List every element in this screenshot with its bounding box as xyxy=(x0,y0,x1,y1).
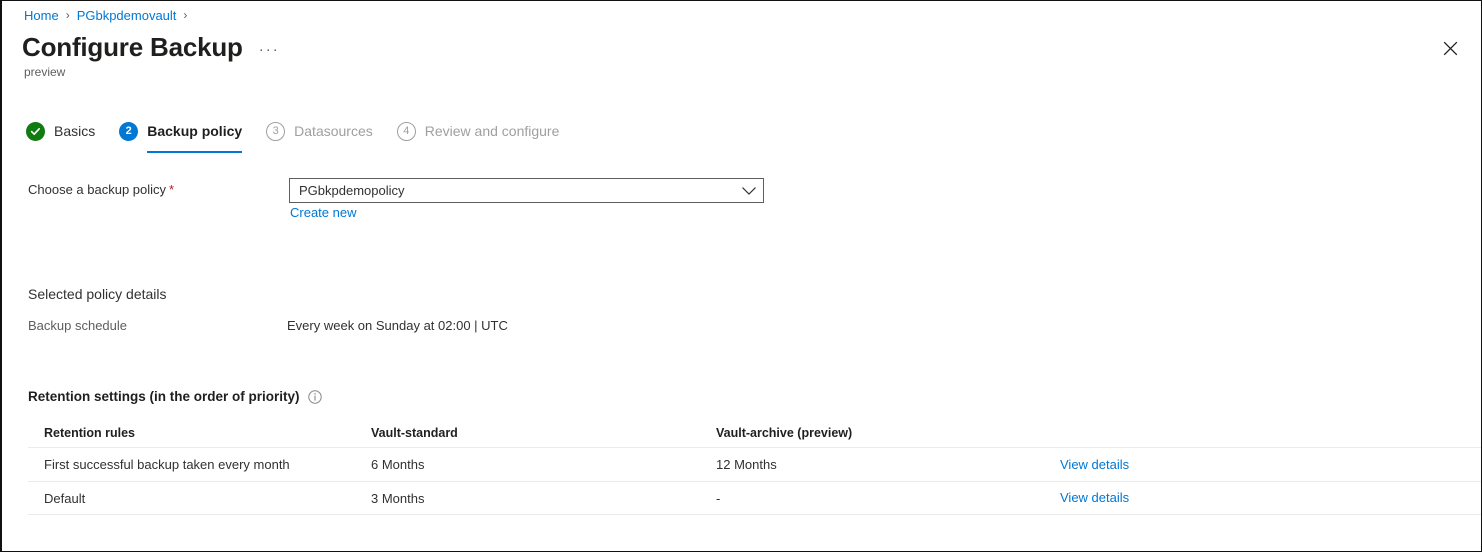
retention-settings-title: Retention settings (in the order of prio… xyxy=(28,389,300,404)
view-details-link[interactable]: View details xyxy=(1060,457,1129,472)
retention-rules-table: Retention rules Vault-standard Vault-arc… xyxy=(28,419,1481,515)
column-header-vault-standard: Vault-standard xyxy=(363,426,708,440)
table-header-row: Retention rules Vault-standard Vault-arc… xyxy=(28,419,1482,447)
column-header-vault-archive: Vault-archive (preview) xyxy=(708,426,1049,440)
step-review-number: 4 xyxy=(397,122,416,141)
step-datasources-number: 3 xyxy=(266,122,285,141)
table-row: First successful backup taken every mont… xyxy=(28,447,1482,481)
selected-policy-details-title: Selected policy details xyxy=(28,286,167,302)
step-backup-policy[interactable]: 2 Backup policy xyxy=(119,116,242,148)
row-vault-standard: 3 Months xyxy=(363,491,708,506)
step-basics[interactable]: Basics xyxy=(26,116,95,148)
breadcrumb: Home › PGbkpdemovault › xyxy=(24,5,194,25)
page-title: Configure Backup xyxy=(22,31,243,63)
retention-settings-header: Retention settings (in the order of prio… xyxy=(28,389,322,404)
backup-schedule-value: Every week on Sunday at 02:00 | UTC xyxy=(287,318,508,333)
row-rule-name: First successful backup taken every mont… xyxy=(28,457,363,472)
step-backup-policy-label: Backup policy xyxy=(147,123,242,139)
step-basics-label: Basics xyxy=(54,123,95,139)
step-review-label: Review and configure xyxy=(425,123,560,139)
step-review-and-configure[interactable]: 4 Review and configure xyxy=(397,116,560,148)
close-button[interactable] xyxy=(1437,35,1463,61)
breadcrumb-separator-icon: › xyxy=(183,8,187,22)
required-marker: * xyxy=(169,182,174,197)
wizard-steps: Basics 2 Backup policy 3 Datasources 4 R… xyxy=(26,116,583,152)
backup-schedule-label: Backup schedule xyxy=(28,318,127,333)
view-details-link[interactable]: View details xyxy=(1060,490,1129,505)
step-datasources-label: Datasources xyxy=(294,123,373,139)
step-basics-check-icon xyxy=(26,122,45,141)
table-row: Default 3 Months - View details xyxy=(28,481,1482,515)
row-rule-name: Default xyxy=(28,491,363,506)
row-vault-archive: 12 Months xyxy=(708,457,1049,472)
more-options-icon[interactable]: ··· xyxy=(259,41,280,58)
backup-policy-dropdown[interactable]: PGbkpdemopolicy xyxy=(289,178,764,203)
chevron-down-icon xyxy=(741,186,757,196)
breadcrumb-item-home[interactable]: Home xyxy=(24,8,59,23)
configure-backup-blade: Home › PGbkpdemovault › Configure Backup… xyxy=(0,0,1482,552)
step-datasources[interactable]: 3 Datasources xyxy=(266,116,373,148)
column-header-retention-rules: Retention rules xyxy=(28,426,363,440)
step-active-underline xyxy=(147,151,242,153)
create-new-policy-link[interactable]: Create new xyxy=(290,205,356,220)
close-icon xyxy=(1443,41,1458,56)
step-backup-policy-number: 2 xyxy=(119,122,138,141)
info-icon[interactable] xyxy=(308,390,322,404)
breadcrumb-separator-icon: › xyxy=(66,8,70,22)
backup-policy-label-text: Choose a backup policy xyxy=(28,182,166,197)
preview-subtitle: preview xyxy=(24,65,65,79)
row-vault-archive: - xyxy=(708,491,1049,506)
backup-policy-selected-value: PGbkpdemopolicy xyxy=(299,183,741,198)
row-vault-standard: 6 Months xyxy=(363,457,708,472)
page-title-row: Configure Backup ··· xyxy=(22,31,280,63)
backup-policy-label: Choose a backup policy* xyxy=(28,182,174,197)
breadcrumb-item-vault[interactable]: PGbkpdemovault xyxy=(77,8,177,23)
